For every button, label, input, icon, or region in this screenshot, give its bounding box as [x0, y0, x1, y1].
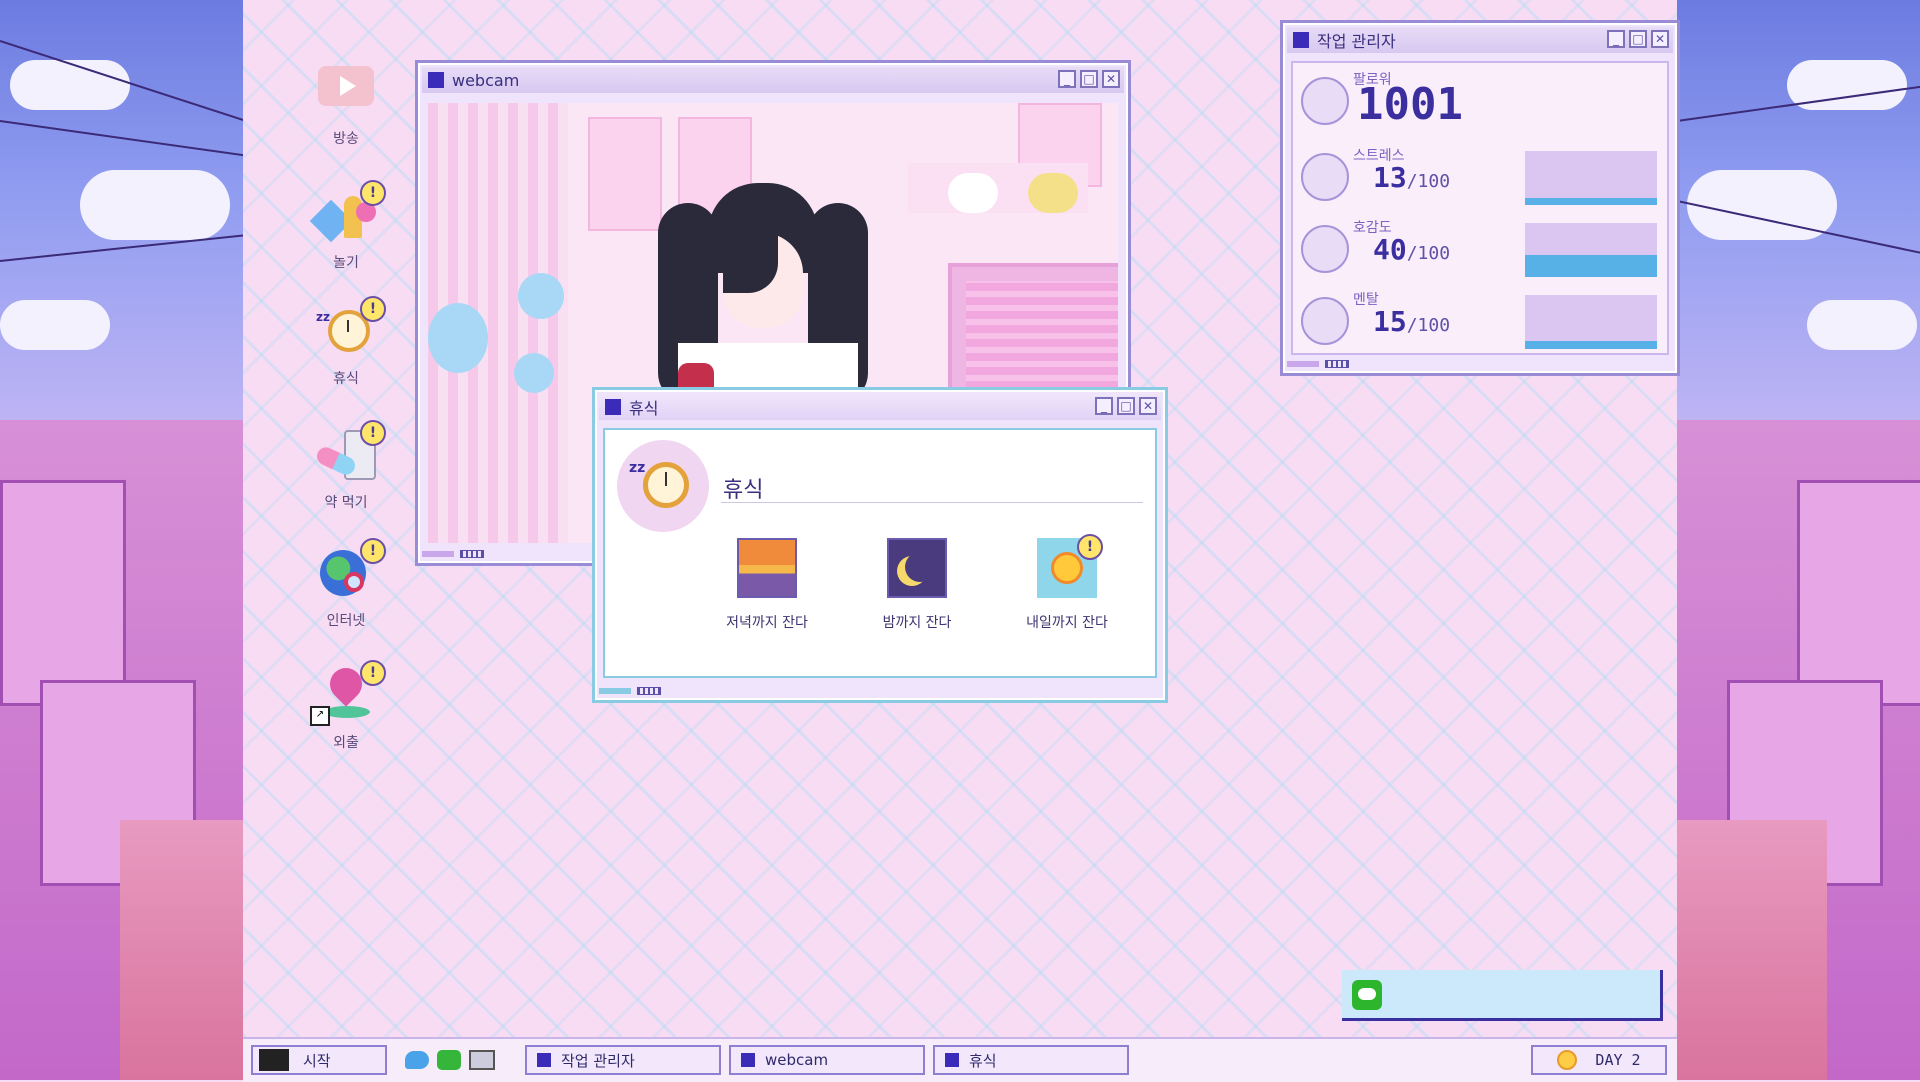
desktop-icon-label: 놀기	[333, 255, 359, 271]
affection-gauge	[1525, 223, 1657, 277]
notification-bar[interactable]	[1342, 970, 1663, 1021]
window-title: 휴식	[629, 399, 659, 418]
chat-icon[interactable]	[437, 1047, 463, 1073]
desktop-icon-label: 휴식	[333, 371, 359, 387]
stress-gauge	[1525, 151, 1657, 205]
rest-window[interactable]: 휴식 _ □ ✕ zz 휴식 저녁까지 잔다 밤까지 잔다 ! 내일까지 잔다	[592, 387, 1168, 703]
sleep-until-evening-button[interactable]: 저녁까지 잔다	[697, 538, 837, 632]
maximize-button[interactable]: □	[1117, 397, 1135, 415]
moon-icon	[887, 538, 947, 598]
window-title: 작업 관리자	[1317, 32, 1396, 51]
computer-icon[interactable]	[469, 1047, 495, 1073]
option-label: 밤까지 잔다	[882, 615, 952, 631]
window-titlebar[interactable]: 작업 관리자 _ □ ✕	[1287, 27, 1673, 53]
map-pin-icon: ↗ !	[310, 660, 386, 726]
window-title: webcam	[452, 70, 520, 90]
avatar	[1301, 225, 1349, 273]
desktop-icon-internet[interactable]: ! 인터넷	[291, 538, 401, 630]
close-button[interactable]: ✕	[1651, 30, 1669, 48]
minimize-button[interactable]: _	[1095, 397, 1113, 415]
alarm-clock-icon: zz !	[314, 296, 386, 362]
desktop-icon-label: 외출	[333, 735, 359, 751]
sleep-until-night-button[interactable]: 밤까지 잔다	[847, 538, 987, 632]
alert-badge-icon: !	[360, 296, 386, 322]
option-label: 저녁까지 잔다	[726, 615, 808, 631]
minimize-button[interactable]: _	[1058, 70, 1076, 88]
taskbar: 시작 작업 관리자 webcam 휴식 DAY 2	[243, 1037, 1677, 1082]
close-button[interactable]: ✕	[1139, 397, 1157, 415]
mental-stat: 멘탈 15/100	[1293, 287, 1667, 355]
desktop-icon-outing[interactable]: ↗ ! 외출	[291, 660, 401, 752]
broadcast-icon	[314, 62, 378, 122]
stat-value: 13	[1373, 161, 1407, 194]
rest-task[interactable]: 휴식	[933, 1045, 1129, 1075]
desktop-icon-label: 인터넷	[326, 613, 366, 629]
stat-max: /100	[1406, 171, 1451, 192]
task-label: 작업 관리자	[561, 1051, 635, 1070]
sleep-until-tomorrow-button[interactable]: ! 내일까지 잔다	[997, 534, 1137, 632]
task-manager-window[interactable]: 작업 관리자 _ □ ✕ 팔로워 1001 스트레스 13/100 호감도 40…	[1280, 20, 1680, 376]
desktop-icon-label: 방송	[333, 131, 359, 147]
desktop-icon-broadcast[interactable]: 방송	[291, 62, 401, 148]
desktop-icon-label: 약 먹기	[324, 495, 368, 511]
window-icon	[741, 1053, 755, 1067]
play-icon: !	[309, 180, 386, 246]
avatar	[1301, 297, 1349, 345]
window-icon	[945, 1053, 959, 1067]
stress-stat: 스트레스 13/100	[1293, 143, 1667, 211]
task-manager-task[interactable]: 작업 관리자	[525, 1045, 721, 1075]
line-chat-icon	[1352, 980, 1382, 1010]
task-label: 휴식	[969, 1051, 997, 1070]
avatar	[1301, 153, 1349, 201]
option-label: 내일까지 잔다	[1026, 615, 1108, 631]
alert-badge-icon: !	[360, 660, 386, 686]
avatar	[1301, 77, 1349, 125]
stat-value: 40	[1373, 233, 1407, 266]
sun-icon: !	[1037, 534, 1103, 598]
followers-value: 1001	[1357, 79, 1463, 130]
task-label: webcam	[765, 1051, 829, 1069]
stat-max: /100	[1406, 243, 1451, 264]
alert-badge-icon: !	[360, 180, 386, 206]
globe-search-icon: !	[314, 538, 386, 604]
start-label: 시작	[303, 1051, 331, 1070]
alert-badge-icon: !	[360, 420, 386, 446]
stat-value: 15	[1373, 305, 1407, 338]
desktop-icon-medicine[interactable]: ! 약 먹기	[291, 420, 401, 512]
pill-icon: !	[314, 420, 386, 486]
maximize-button[interactable]: □	[1080, 70, 1098, 88]
affection-stat: 호감도 40/100	[1293, 215, 1667, 283]
alert-badge-icon: !	[1077, 534, 1103, 560]
window-icon	[428, 72, 444, 88]
window-titlebar[interactable]: webcam _ □ ✕	[422, 67, 1124, 93]
twitter-icon[interactable]	[405, 1047, 431, 1073]
desktop-icon-play[interactable]: ! 놀기	[291, 180, 401, 272]
alarm-clock-icon: zz	[617, 440, 709, 532]
window-titlebar[interactable]: 휴식 _ □ ✕	[599, 394, 1161, 420]
window-icon	[605, 399, 621, 415]
day-label: DAY 2	[1595, 1051, 1641, 1069]
stat-max: /100	[1406, 315, 1451, 336]
start-button[interactable]: 시작	[251, 1045, 387, 1075]
maximize-button[interactable]: □	[1629, 30, 1647, 48]
window-icon	[537, 1053, 551, 1067]
sunset-icon	[737, 538, 797, 598]
left-scenery	[0, 0, 243, 1080]
close-button[interactable]: ✕	[1102, 70, 1120, 88]
mental-gauge	[1525, 295, 1657, 349]
window-icon	[1293, 32, 1309, 48]
desktop-icon-rest[interactable]: zz ! 휴식	[291, 296, 401, 388]
minimize-button[interactable]: _	[1607, 30, 1625, 48]
dialog-heading: 휴식	[723, 478, 764, 503]
start-logo-icon	[259, 1049, 289, 1071]
sun-icon	[1557, 1050, 1578, 1070]
followers-stat: 팔로워 1001	[1293, 67, 1667, 135]
right-scenery	[1677, 0, 1920, 1080]
day-indicator: DAY 2	[1531, 1045, 1667, 1075]
webcam-task[interactable]: webcam	[729, 1045, 925, 1075]
alert-badge-icon: !	[360, 538, 386, 564]
